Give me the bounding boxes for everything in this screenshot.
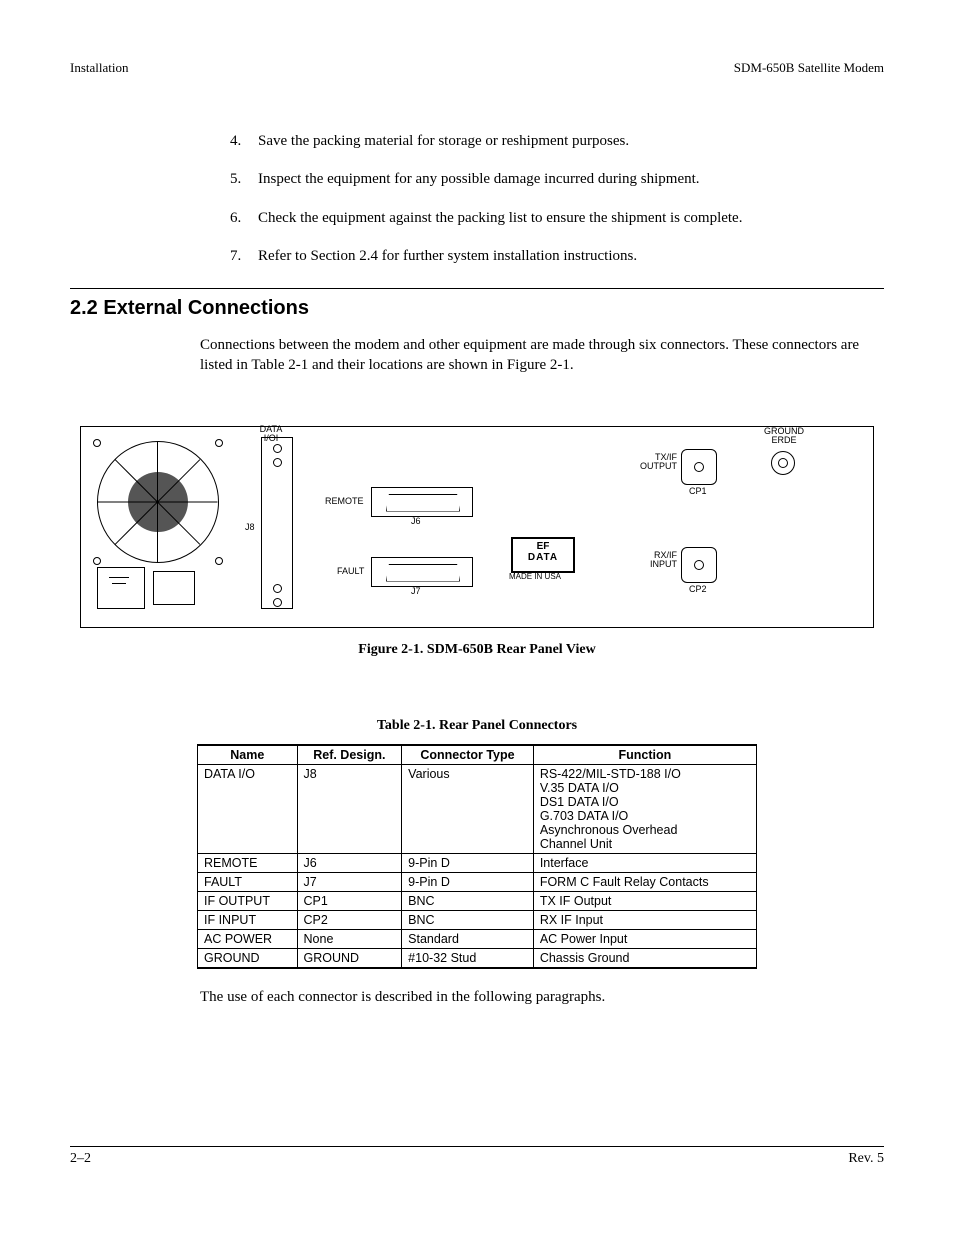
table-row: REMOTEJ69-Pin DInterface (198, 853, 757, 872)
screw-icon (215, 557, 223, 565)
table-cell: Various (402, 764, 534, 853)
table-cell: RX IF Input (533, 910, 756, 929)
power-module-icon (97, 567, 217, 609)
section-heading: 2.2 External Connections (70, 297, 884, 320)
table-header: Name (198, 745, 298, 765)
table-cell: IF INPUT (198, 910, 298, 929)
table-row: GROUNDGROUND#10-32 StudChassis Ground (198, 948, 757, 968)
table-cell: IF OUTPUT (198, 891, 298, 910)
label-txif: TX/IF OUTPUT (633, 453, 677, 473)
table-header: Ref. Design. (297, 745, 402, 765)
label-cp2: CP2 (689, 585, 707, 595)
screw-icon (93, 557, 101, 565)
table-row: IF OUTPUTCP1BNCTX IF Output (198, 891, 757, 910)
table-cell: None (297, 929, 402, 948)
table-cell: Standard (402, 929, 534, 948)
footer-right: Rev. 5 (848, 1151, 884, 1167)
table-cell: RS-422/MIL-STD-188 I/O V.35 DATA I/O DS1… (533, 764, 756, 853)
label-j7: J7 (411, 587, 421, 597)
label-fault: FAULT (337, 567, 364, 577)
table-cell: J7 (297, 872, 402, 891)
footer-rule (70, 1146, 884, 1147)
section-rule (70, 288, 884, 289)
table-cell: FAULT (198, 872, 298, 891)
table-row: IF INPUTCP2BNCRX IF Input (198, 910, 757, 929)
label-j8: J8 (245, 523, 255, 533)
footer-left: 2–2 (70, 1151, 91, 1167)
table-cell: AC POWER (198, 929, 298, 948)
table-cell: FORM C Fault Relay Contacts (533, 872, 756, 891)
table-row: AC POWERNoneStandardAC Power Input (198, 929, 757, 948)
section-body: Connections between the modem and other … (200, 335, 864, 376)
list-item: 4.Save the packing material for storage … (230, 131, 854, 151)
table-cell: 9-Pin D (402, 872, 534, 891)
table-header: Function (533, 745, 756, 765)
list-item-text: Refer to Section 2.4 for further system … (258, 246, 637, 266)
label-cp1: CP1 (689, 487, 707, 497)
list-item-number: 4. (230, 131, 258, 151)
figure-caption: Figure 2-1. SDM-650B Rear Panel View (70, 642, 884, 658)
screw-icon (215, 439, 223, 447)
table-cell: #10-32 Stud (402, 948, 534, 968)
table-cell: BNC (402, 891, 534, 910)
table-cell: J6 (297, 853, 402, 872)
label-rxif: RX/IF INPUT (633, 551, 677, 571)
header-right: SDM-650B Satellite Modem (734, 60, 884, 76)
figure-rear-panel: DATA I/OI J8 REMOTE J6 FAULT J7 EF DATA … (80, 426, 874, 628)
table-cell: 9-Pin D (402, 853, 534, 872)
list-item-number: 5. (230, 169, 258, 189)
list-item-text: Inspect the equipment for any possible d… (258, 169, 700, 189)
table-header: Connector Type (402, 745, 534, 765)
logo-efdata: EF DATA (511, 537, 575, 573)
connector-j6 (371, 487, 473, 517)
table-cell: DATA I/O (198, 764, 298, 853)
table-cell: BNC (402, 910, 534, 929)
list-item: 7.Refer to Section 2.4 for further syste… (230, 246, 854, 266)
connectors-table: NameRef. Design.Connector TypeFunction D… (197, 744, 757, 969)
ground-stud-icon (771, 451, 795, 475)
table-cell: CP1 (297, 891, 402, 910)
list-item-text: Check the equipment against the packing … (258, 208, 742, 228)
table-row: FAULTJ79-Pin DFORM C Fault Relay Contact… (198, 872, 757, 891)
label-made-in-usa: MADE IN USA (509, 573, 561, 582)
page-footer: 2–2 Rev. 5 (70, 1151, 884, 1167)
table-cell: Interface (533, 853, 756, 872)
page-header: Installation SDM-650B Satellite Modem (70, 60, 884, 76)
fan-icon (97, 441, 219, 563)
connector-j8 (261, 437, 293, 609)
list-item-number: 7. (230, 246, 258, 266)
list-item: 6.Check the equipment against the packin… (230, 208, 854, 228)
connector-j7 (371, 557, 473, 587)
table-cell: GROUND (198, 948, 298, 968)
label-data-io: DATA I/OI (241, 425, 301, 445)
connector-cp1 (681, 449, 717, 485)
label-remote: REMOTE (325, 497, 364, 507)
table-cell: CP2 (297, 910, 402, 929)
table-row: DATA I/OJ8VariousRS-422/MIL-STD-188 I/O … (198, 764, 757, 853)
list-item-text: Save the packing material for storage or… (258, 131, 629, 151)
table-caption: Table 2-1. Rear Panel Connectors (70, 718, 884, 734)
after-table-text: The use of each connector is described i… (200, 989, 884, 1006)
list-item: 5.Inspect the equipment for any possible… (230, 169, 854, 189)
table-cell: GROUND (297, 948, 402, 968)
connector-cp2 (681, 547, 717, 583)
table-cell: REMOTE (198, 853, 298, 872)
screw-icon (93, 439, 101, 447)
label-j6: J6 (411, 517, 421, 527)
table-cell: J8 (297, 764, 402, 853)
table-cell: TX IF Output (533, 891, 756, 910)
table-cell: Chassis Ground (533, 948, 756, 968)
table-cell: AC Power Input (533, 929, 756, 948)
list-item-number: 6. (230, 208, 258, 228)
header-left: Installation (70, 60, 129, 76)
label-ground: GROUND ERDE (757, 427, 811, 447)
numbered-list: 4.Save the packing material for storage … (230, 131, 854, 266)
